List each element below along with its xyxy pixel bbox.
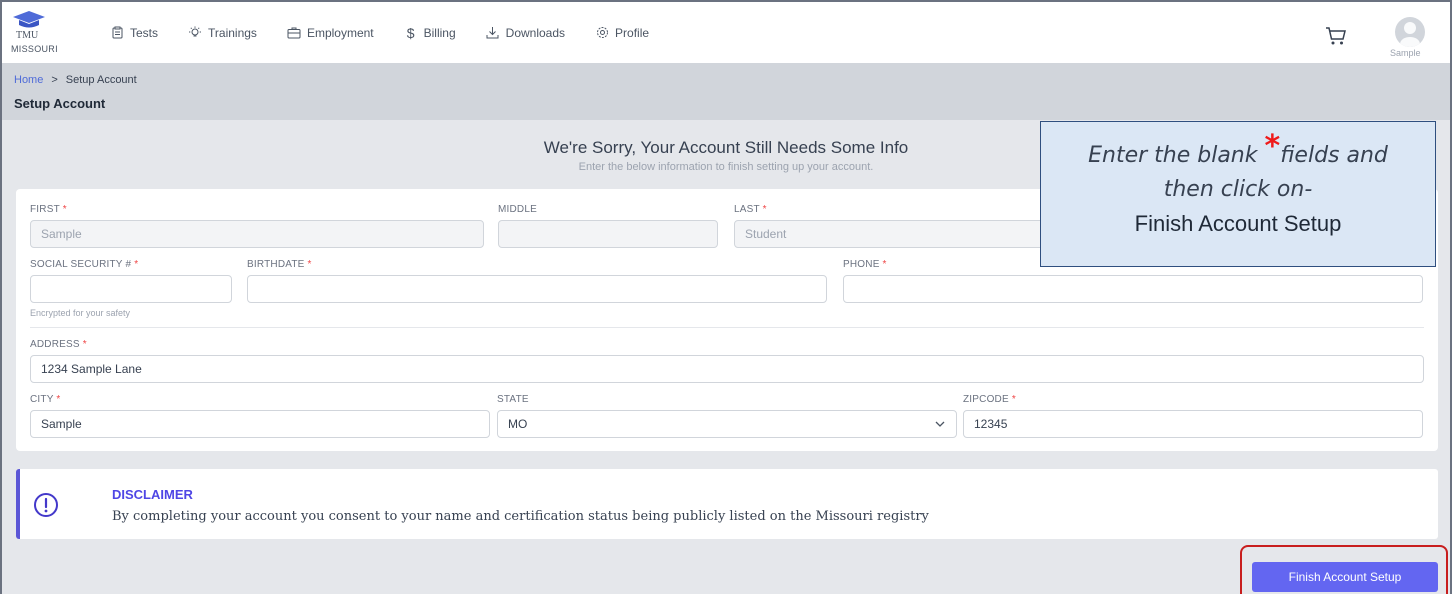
avatar[interactable] [1395, 17, 1425, 47]
breadcrumb-bar: Home > Setup Account Setup Account [2, 63, 1450, 120]
instruction-callout: Enter the blank *fields and then click o… [1040, 121, 1436, 267]
address-field[interactable]: 1234 Sample Lane [30, 355, 1424, 383]
nav-items: Tests Trainings Employment $ Billing Dow… [110, 24, 679, 41]
nav-item-trainings[interactable]: Trainings [188, 26, 257, 40]
nav-item-tests[interactable]: Tests [110, 26, 158, 40]
graduation-cap-icon [13, 11, 45, 28]
disclaimer-text: By completing your account you consent t… [112, 509, 929, 524]
briefcase-icon [287, 26, 301, 40]
chevron-down-icon [935, 421, 945, 427]
zipcode-label: ZIPCODE * [963, 394, 1016, 405]
nav-item-profile[interactable]: Profile [595, 26, 649, 40]
middle-name-field[interactable] [498, 220, 718, 248]
nav-item-billing[interactable]: $ Billing [404, 24, 456, 41]
user-name: Sample [1390, 48, 1421, 58]
phone-field[interactable] [843, 275, 1423, 303]
dollar-icon: $ [406, 24, 415, 41]
logo-text-bottom: MISSOURI [11, 44, 58, 54]
callout-line-2: then click on- [1163, 177, 1313, 202]
state-selected-value: MO [508, 417, 528, 431]
cart-icon[interactable] [1325, 26, 1347, 46]
city-label: CITY * [30, 394, 61, 405]
disclaimer-box: DISCLAIMER By completing your account yo… [16, 469, 1438, 539]
nav-label: Profile [615, 25, 650, 40]
breadcrumb-home-link[interactable]: Home [14, 74, 43, 86]
callout-line-1: Enter the blank *fields and [1088, 129, 1388, 169]
middle-name-label: MIDDLE [498, 204, 537, 215]
birthdate-label: BIRTHDATE * [247, 259, 312, 270]
phone-label: PHONE * [843, 259, 887, 270]
gear-icon [595, 26, 609, 40]
user-icon [1400, 22, 1420, 47]
last-name-label: LAST * [734, 204, 767, 215]
lightbulb-icon [188, 26, 202, 40]
nav-label: Tests [130, 25, 159, 40]
ssn-field[interactable] [30, 275, 232, 303]
page-title: Setup Account [14, 96, 106, 111]
download-icon [486, 26, 500, 40]
state-select[interactable]: MO [497, 410, 957, 438]
nav-label: Trainings [208, 25, 257, 40]
callout-required-star: * [1264, 129, 1281, 164]
form-divider [30, 327, 1424, 328]
birthdate-field[interactable] [247, 275, 827, 303]
breadcrumb-separator: > [51, 74, 58, 86]
nav-item-downloads[interactable]: Downloads [486, 26, 565, 40]
logo[interactable]: TMU MISSOURI [2, 2, 72, 63]
callout-line-3: Finish Account Setup [1134, 211, 1342, 236]
first-name-field[interactable]: Sample [30, 220, 484, 248]
breadcrumb-current: Setup Account [65, 74, 137, 86]
nav-label: Employment [306, 25, 374, 40]
state-label: STATE [497, 394, 529, 405]
finish-account-setup-button[interactable]: Finish Account Setup [1252, 562, 1438, 592]
nav-label: Downloads [505, 25, 566, 40]
ssn-hint: Encrypted for your safety [30, 308, 131, 318]
nav-label: Billing [423, 25, 456, 40]
disclaimer-title: DISCLAIMER [112, 487, 193, 502]
address-label: ADDRESS * [30, 339, 87, 350]
ssn-label: SOCIAL SECURITY # * [30, 259, 139, 270]
clipboard-icon [110, 26, 124, 40]
exclamation-circle-icon [34, 493, 58, 517]
logo-text-top: TMU [16, 30, 39, 41]
top-nav: TMU MISSOURI Tests Trainings Employment … [2, 2, 1450, 63]
nav-item-employment[interactable]: Employment [287, 26, 374, 40]
breadcrumb: Home > Setup Account [14, 74, 137, 86]
first-name-label: FIRST * [30, 204, 67, 215]
zipcode-field[interactable]: 12345 [963, 410, 1423, 438]
city-field[interactable]: Sample [30, 410, 490, 438]
